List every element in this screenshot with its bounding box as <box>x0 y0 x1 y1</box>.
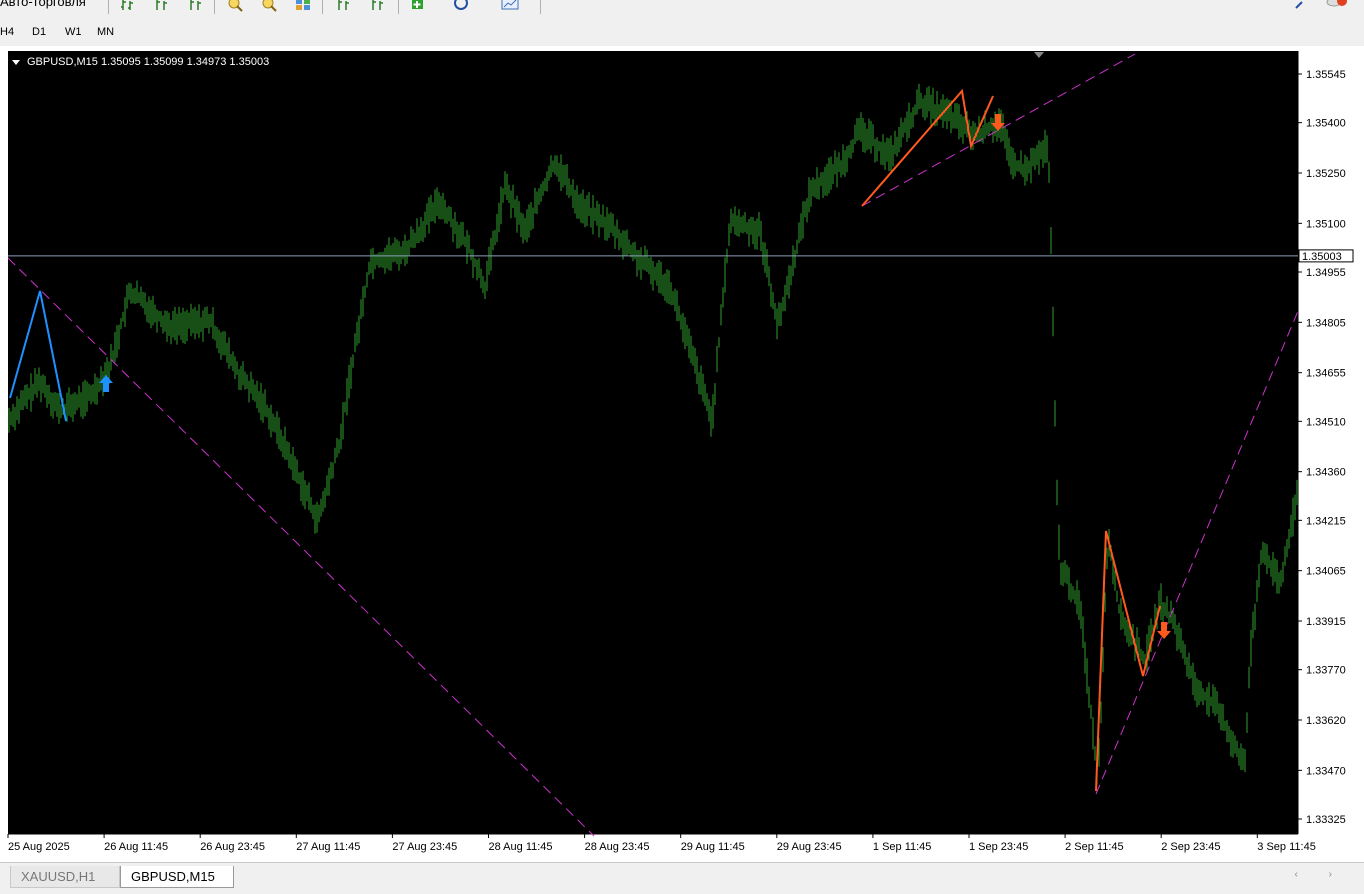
timeframe-h4[interactable]: H4 <box>0 26 14 38</box>
time-tick-label: 29 Aug 23:45 <box>777 841 842 853</box>
notifications-icon[interactable] <box>1326 0 1348 14</box>
price-tick-label: 1.34360 <box>1306 467 1346 479</box>
price-tick-label: 1.34510 <box>1306 416 1346 428</box>
toolbar-separator <box>108 0 109 14</box>
time-tick-label: 2 Sep 11:45 <box>1065 841 1124 853</box>
time-tick-label: 1 Sep 23:45 <box>969 841 1028 853</box>
autotrading-button[interactable]: Авто-торговля <box>0 0 86 9</box>
price-tick-label: 1.33470 <box>1306 765 1346 777</box>
time-tick-label: 27 Aug 11:45 <box>296 841 360 853</box>
chart-window[interactable]: 1.35545 1.35400 1.35250 1.35100 1.34955 1.348… <box>0 46 1364 862</box>
chart-candles-icon[interactable] <box>152 0 174 14</box>
templates-icon[interactable] <box>500 0 522 14</box>
zoom-out-icon[interactable] <box>258 0 280 14</box>
toolbar-separator <box>398 0 399 14</box>
zoom-in-icon[interactable] <box>224 0 246 14</box>
tab-scroll-arrows[interactable]: ‹ › <box>1295 869 1346 880</box>
chart-line-icon[interactable] <box>186 0 208 14</box>
price-tick-label: 1.34215 <box>1306 515 1346 527</box>
price-tick-label: 1.33770 <box>1306 665 1346 677</box>
price-tick-label: 1.34065 <box>1306 566 1346 578</box>
price-tick-label: 1.34805 <box>1306 317 1346 329</box>
price-tick-label: 1.33325 <box>1306 814 1346 826</box>
toolbar-separator <box>322 0 323 14</box>
time-tick-label: 26 Aug 23:45 <box>200 841 265 853</box>
symbol-info: GBPUSD,M15 1.35095 1.35099 1.34973 1.350… <box>27 56 270 68</box>
toolbar-separator <box>214 0 215 14</box>
time-tick-label: 28 Aug 23:45 <box>585 841 650 853</box>
timeframe-w1[interactable]: W1 <box>65 26 82 38</box>
toolbar-separator <box>540 0 541 14</box>
time-tick-label: 28 Aug 11:45 <box>489 841 553 853</box>
time-tick-label: 29 Aug 11:45 <box>681 841 745 853</box>
price-tick-label: 1.33915 <box>1306 616 1346 628</box>
price-tick-label: 1.34955 <box>1306 267 1346 279</box>
grid-icon[interactable] <box>368 0 390 14</box>
chart-tabs: XAUUSD,H1 GBPUSD,M15 ‹ › <box>0 862 1364 894</box>
price-tick-label: 1.35100 <box>1306 218 1346 230</box>
price-tick-label: 1.34655 <box>1306 368 1346 380</box>
tile-windows-icon[interactable] <box>292 0 314 14</box>
tab-xauusd-h1[interactable]: XAUUSD,H1 <box>10 866 120 888</box>
timeframes-toolbar: H4 D1 W1 MN <box>0 20 1364 46</box>
current-price-label: 1.35003 <box>1302 251 1342 263</box>
price-tick-label: 1.35545 <box>1306 69 1346 81</box>
price-tick-label: 1.33620 <box>1306 715 1346 727</box>
navigator-icon[interactable] <box>450 0 472 14</box>
indicators-icon[interactable] <box>408 0 430 14</box>
time-tick-label: 26 Aug 11:45 <box>104 841 168 853</box>
chart-bars-icon[interactable] <box>118 0 140 14</box>
plot-area <box>8 51 1298 834</box>
timeframe-mn[interactable]: MN <box>97 26 114 38</box>
search-icon[interactable] <box>1290 0 1312 14</box>
price-tick-label: 1.35250 <box>1306 168 1346 180</box>
time-tick-label: 25 Aug 2025 <box>8 841 70 853</box>
price-chart[interactable]: 1.35545 1.35400 1.35250 1.35100 1.34955 1.348… <box>0 46 1364 862</box>
time-tick-label: 1 Sep 11:45 <box>873 841 932 853</box>
time-tick-label: 2 Sep 23:45 <box>1161 841 1220 853</box>
price-tick-label: 1.35400 <box>1306 118 1346 130</box>
time-tick-label: 27 Aug 23:45 <box>392 841 457 853</box>
timeframe-d1[interactable]: D1 <box>32 26 46 38</box>
time-tick-label: 3 Sep 11:45 <box>1257 841 1316 853</box>
tab-gbpusd-m15[interactable]: GBPUSD,M15 <box>120 866 234 888</box>
symbol-menu-icon[interactable] <box>12 60 20 65</box>
toolbar: Авто-торговля <box>0 0 1364 17</box>
period-separators-icon[interactable] <box>334 0 356 14</box>
